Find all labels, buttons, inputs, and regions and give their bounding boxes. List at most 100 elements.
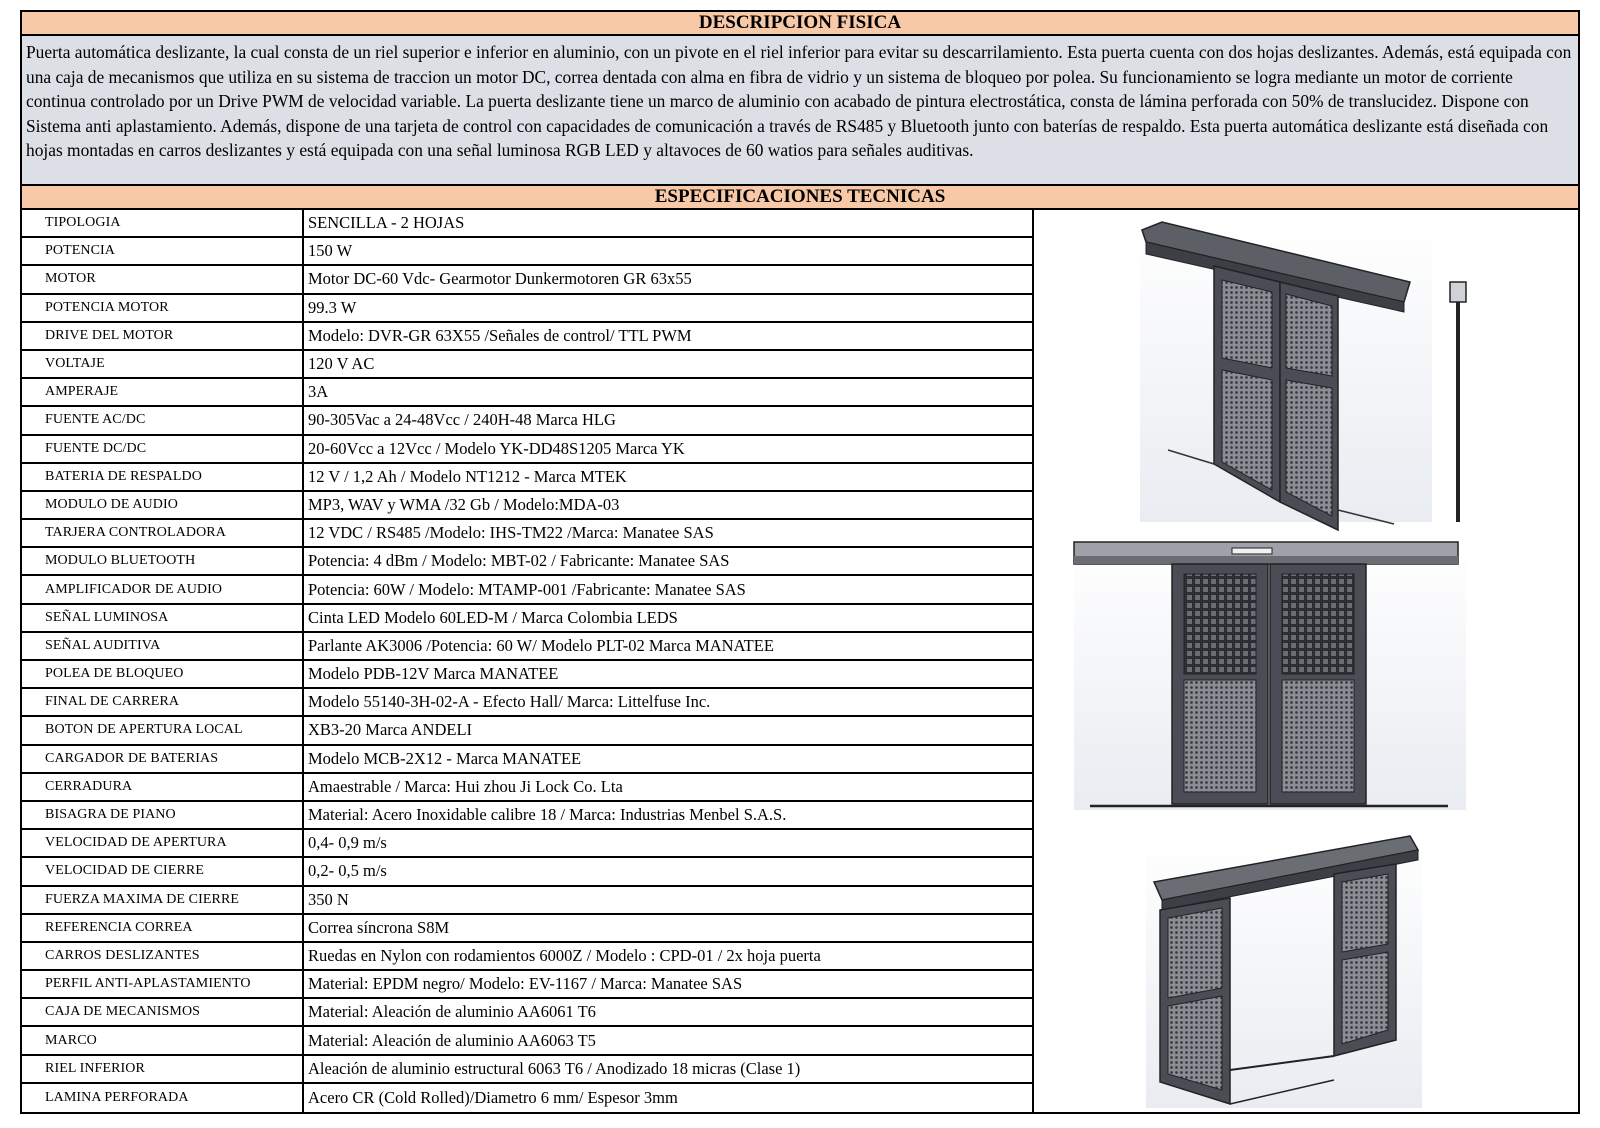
spec-key: FUENTE AC/DC: [22, 407, 304, 434]
spec-value: Amaestrable / Marca: Hui zhou Ji Lock Co…: [308, 776, 623, 796]
spec-row: FUERZA MAXIMA DE CIERRE 350 N: [22, 886, 1032, 915]
spec-row: MODULO DE AUDIO MP3, WAV y WMA /32 Gb / M…: [22, 491, 1032, 521]
spec-row: SEÑAL LUMINOSA Cinta LED Modelo 60LED-M /…: [22, 604, 1032, 633]
spec-value: Modelo 55140-3H-02-A - Efecto Hall/ Marc…: [308, 692, 711, 712]
spec-key: SEÑAL AUDITIVA: [22, 632, 304, 659]
spec-key: POTENCIA: [22, 238, 304, 265]
spec-key: FINAL DE CARRERA: [22, 689, 304, 716]
spec-row: FUENTE DC/DC 20-60Vcc a 12Vcc / Modelo Y…: [22, 435, 1032, 464]
spec-key: SEÑAL LUMINOSA: [22, 604, 304, 631]
spec-value: Material: EPDM negro/ Modelo: EV-1167 / …: [308, 974, 743, 994]
spec-value: Material: Aleación de aluminio AA6063 T5: [308, 1030, 596, 1050]
spec-value: 12 V / 1,2 Ah / Modelo NT1212 - Marca MT…: [308, 466, 627, 486]
spec-key: LAMINA PERFORADA: [22, 1083, 304, 1112]
spec-key: FUENTE DC/DC: [22, 435, 304, 462]
spec-value: 3A: [308, 382, 329, 402]
spec-key: FUERZA MAXIMA DE CIERRE: [22, 886, 304, 913]
spec-value: 0,2- 0,5 m/s: [308, 861, 387, 881]
spec-row: CARGADOR DE BATERIAS Modelo MCB-2X12 - Ma…: [22, 745, 1032, 774]
spec-key: RIEL INFERIOR: [22, 1055, 304, 1082]
spec-key: BATERIA DE RESPALDO: [22, 463, 304, 490]
spec-row: CAJA DE MECANISMOS Material: Aleación de …: [22, 999, 1032, 1028]
spec-key: MOTOR: [22, 266, 304, 293]
spec-row: CERRADURA Amaestrable / Marca: Hui zhou J…: [22, 773, 1032, 802]
spec-row: POTENCIA MOTOR 99.3 W: [22, 294, 1032, 323]
spec-value: Potencia: 60W / Modelo: MTAMP-001 /Fabri…: [308, 579, 746, 599]
spec-row: FINAL DE CARRERA Modelo 55140-3H-02-A - E…: [22, 689, 1032, 718]
door-front-view: [1073, 541, 1466, 810]
spec-row: AMPLIFICADOR DE AUDIO Potencia: 60W / Mod…: [22, 576, 1032, 605]
spec-row: MODULO BLUETOOTH Potencia: 4 dBm / Modelo…: [22, 548, 1032, 577]
spec-key: POTENCIA MOTOR: [22, 294, 304, 321]
spec-row: BATERIA DE RESPALDO 12 V / 1,2 Ah / Model…: [22, 463, 1032, 492]
spec-row: MARCO Material: Aleación de aluminio AA60…: [22, 1027, 1032, 1056]
spec-key: MODULO DE AUDIO: [22, 491, 304, 519]
spec-row: POLEA DE BLOQUEO Modelo PDB-12V Marca MAN…: [22, 661, 1032, 690]
spec-key: BISAGRA DE PIANO: [22, 801, 304, 829]
spec-row: POTENCIA 150 W: [22, 238, 1032, 267]
spec-value: Modelo PDB-12V Marca MANATEE: [308, 664, 559, 684]
spec-key: VELOCIDAD DE CIERRE: [22, 858, 304, 885]
spec-row: CARROS DESLIZANTES Ruedas en Nylon con ro…: [22, 942, 1032, 972]
spec-value: Acero CR (Cold Rolled)/Diametro 6 mm/ Es…: [308, 1087, 678, 1107]
spec-value: Material: Acero Inoxidable calibre 18 / …: [308, 805, 787, 825]
spec-value: MP3, WAV y WMA /32 Gb / Modelo:MDA-03: [308, 494, 620, 514]
spec-value: 20-60Vcc a 12Vcc / Modelo YK-DD48S1205 M…: [308, 438, 685, 458]
spec-key: REFERENCIA CORREA: [22, 914, 304, 941]
spec-row: DRIVE DEL MOTOR Modelo: DVR-GR 63X55 /Señ…: [22, 322, 1032, 351]
spec-row: VOLTAJE 120 V AC: [22, 350, 1032, 380]
door-iso-view-1: [1140, 220, 1467, 532]
specifications-table: TIPOLOGIA SENCILLA - 2 HOJAS POTENCIA 150 W…: [22, 210, 1034, 1112]
spec-value: 120 V AC: [308, 354, 375, 374]
spec-row: SEÑAL AUDITIVA Parlante AK3006 /Potencia:…: [22, 632, 1032, 661]
spec-value: Potencia: 4 dBm / Modelo: MBT-02 / Fabri…: [308, 551, 730, 571]
spec-value: Material: Aleación de aluminio AA6061 T6: [308, 1002, 596, 1022]
spec-row: REFERENCIA CORREA Correa síncrona S8M: [22, 914, 1032, 943]
spec-key: AMPERAJE: [22, 379, 304, 406]
spec-value: XB3-20 Marca ANDELI: [308, 720, 473, 740]
spec-key: CAJA DE MECANISMOS: [22, 999, 304, 1026]
specifications-section: TIPOLOGIA SENCILLA - 2 HOJAS POTENCIA 150 W…: [22, 210, 1578, 1112]
spec-row: AMPERAJE 3A: [22, 379, 1032, 408]
spec-key: TARJERA CONTROLADORA: [22, 520, 304, 547]
spec-value: Aleación de aluminio estructural 6063 T6…: [308, 1058, 801, 1078]
spec-row: LAMINA PERFORADA Acero CR (Cold Rolled)/D…: [22, 1083, 1032, 1112]
spec-key: AMPLIFICADOR DE AUDIO: [22, 576, 304, 603]
spec-key: CARGADOR DE BATERIAS: [22, 745, 304, 772]
spec-value: 12 VDC / RS485 /Modelo: IHS-TM22 /Marca:…: [308, 523, 714, 543]
spec-row: TIPOLOGIA SENCILLA - 2 HOJAS: [22, 210, 1032, 239]
spec-value: Motor DC-60 Vdc- Gearmotor Dunkermotoren…: [308, 269, 692, 289]
spec-row: PERFIL ANTI-APLASTAMIENTO Material: EPDM …: [22, 971, 1032, 1000]
description-text: Puerta automática deslizante, la cual co…: [22, 36, 1578, 186]
door-iso-view-open: [1146, 834, 1422, 1108]
spec-value: Modelo MCB-2X12 - Marca MANATEE: [308, 748, 582, 768]
spec-sheet: DESCRIPCION FISICA Puerta automática des…: [20, 10, 1580, 1114]
spec-value: 99.3 W: [308, 297, 357, 317]
spec-value: 90-305Vac a 24-48Vcc / 240H-48 Marca HLG: [308, 410, 616, 430]
spec-value: Parlante AK3006 /Potencia: 60 W/ Modelo …: [308, 635, 774, 655]
spec-row: RIEL INFERIOR Aleación de aluminio estruc…: [22, 1055, 1032, 1084]
spec-value: Cinta LED Modelo 60LED-M / Marca Colombi…: [308, 607, 678, 627]
door-renderings: [1034, 210, 1580, 1112]
spec-key: MODULO BLUETOOTH: [22, 548, 304, 575]
spec-row: FUENTE AC/DC 90-305Vac a 24-48Vcc / 240H…: [22, 407, 1032, 436]
spec-value: 0,4- 0,9 m/s: [308, 833, 387, 853]
spec-key: MARCO: [22, 1027, 304, 1054]
description-title: DESCRIPCION FISICA: [22, 12, 1578, 36]
door-renderings-svg: [1073, 220, 1467, 1108]
spec-row: VELOCIDAD DE APERTURA 0,4- 0,9 m/s: [22, 830, 1032, 859]
spec-row: BOTON DE APERTURA LOCAL XB3-20 Marca ANDE…: [22, 717, 1032, 746]
spec-key: POLEA DE BLOQUEO: [22, 661, 304, 688]
spec-row: VELOCIDAD DE CIERRE 0,2- 0,5 m/s: [22, 858, 1032, 887]
spec-row: BISAGRA DE PIANO Material: Acero Inoxidab…: [22, 801, 1032, 831]
spec-key: DRIVE DEL MOTOR: [22, 322, 304, 349]
spec-row: TARJERA CONTROLADORA 12 VDC / RS485 /Mode…: [22, 520, 1032, 549]
spec-key: PERFIL ANTI-APLASTAMIENTO: [22, 971, 304, 998]
spec-key: CERRADURA: [22, 773, 304, 800]
spec-value: Ruedas en Nylon con rodamientos 6000Z / …: [308, 945, 821, 965]
spec-key: BOTON DE APERTURA LOCAL: [22, 717, 304, 744]
spec-value: SENCILLA - 2 HOJAS: [308, 213, 465, 233]
spec-value: Modelo: DVR-GR 63X55 /Señales de control…: [308, 325, 692, 345]
spec-key: VOLTAJE: [22, 350, 304, 378]
specifications-title: ESPECIFICACIONES TECNICAS: [22, 186, 1578, 210]
